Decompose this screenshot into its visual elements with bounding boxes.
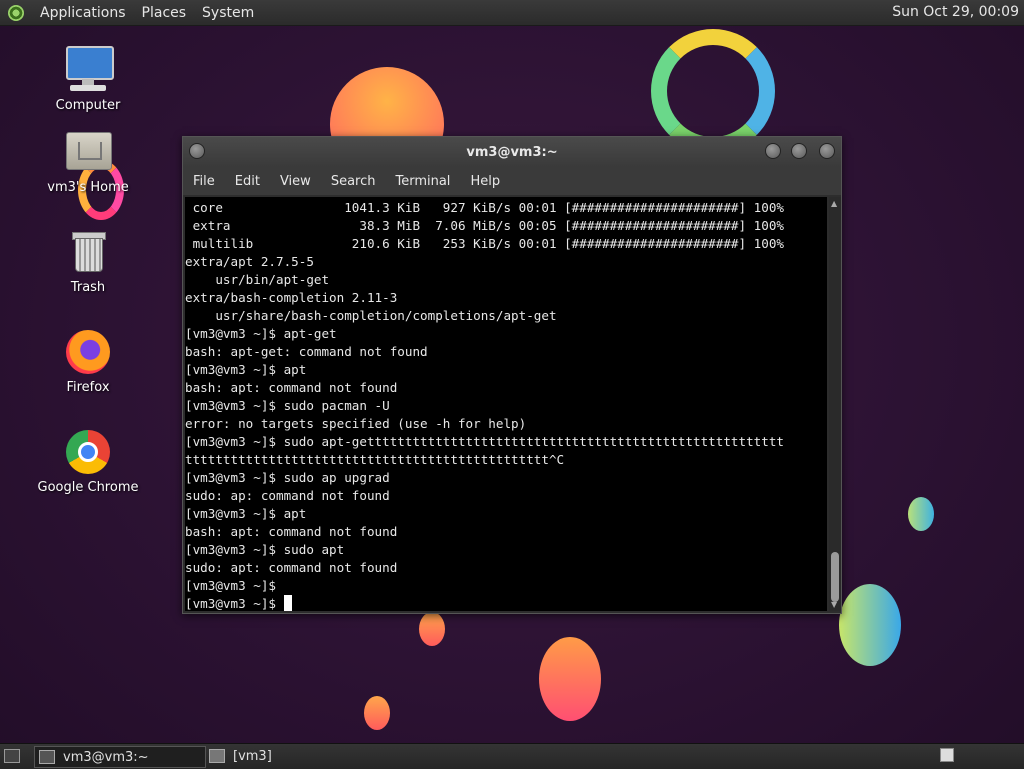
wallpaper-orange-sphere-tiny — [364, 696, 390, 730]
show-desktop-icon[interactable] — [4, 749, 20, 763]
bottom-panel: vm3@vm3:~ [vm3] — [0, 743, 1024, 769]
terminal-line: bash: apt: command not found — [185, 524, 398, 539]
menu-terminal[interactable]: Terminal — [385, 174, 460, 189]
terminal-line: tttttttttttttttttttttttttttttttttttttttt… — [185, 452, 565, 467]
terminal-lines: core 1041.3 KiB 927 KiB/s 00:01 [#######… — [185, 197, 827, 611]
desktop-icon-chrome[interactable]: Google Chrome — [33, 428, 143, 495]
scrollbar-thumb[interactable] — [831, 552, 839, 602]
terminal-scrollbar[interactable]: ▲ ▼ — [829, 197, 841, 611]
distro-logo-icon[interactable] — [8, 4, 24, 21]
clock[interactable]: Sun Oct 29, 00:09 — [892, 4, 1019, 20]
terminal-line: extra/bash-completion 2.11-3 — [185, 290, 398, 305]
terminal-line: extra 38.3 MiB 7.06 MiB/s 00:05 [#######… — [185, 218, 784, 233]
terminal-line: multilib 210.6 KiB 253 KiB/s 00:01 [####… — [185, 236, 784, 251]
window-title: vm3@vm3:~ — [466, 145, 558, 160]
wallpaper-orange-sphere-mid — [539, 637, 601, 721]
wallpaper-blue-sphere-small — [908, 497, 934, 531]
top-panel: Applications Places System Sun Oct 29, 0… — [0, 0, 1024, 26]
places-menu[interactable]: Places — [134, 5, 195, 21]
terminal-line: [vm3@vm3 ~]$ sudo apt-getttttttttttttttt… — [185, 434, 784, 449]
firefox-icon — [64, 328, 112, 376]
applications-menu[interactable]: Applications — [32, 5, 134, 21]
menu-help[interactable]: Help — [460, 174, 510, 189]
menu-search[interactable]: Search — [321, 174, 386, 189]
terminal-line: [vm3@vm3 ~]$ apt — [185, 506, 307, 521]
terminal-line: extra/apt 2.7.5-5 — [185, 254, 314, 269]
terminal-line: [vm3@vm3 ~]$ — [185, 578, 276, 593]
scroll-up-arrow-icon[interactable]: ▲ — [831, 199, 837, 208]
menu-file[interactable]: File — [183, 174, 225, 189]
terminal-line: bash: apt-get: command not found — [185, 344, 428, 359]
desktop-icon-label: Firefox — [66, 380, 110, 395]
desktop-icon-label: Trash — [70, 280, 106, 295]
menu-view[interactable]: View — [270, 174, 321, 189]
desktop-icon-label: Computer — [55, 98, 121, 113]
terminal-window[interactable]: vm3@vm3:~ File Edit View Search Terminal… — [182, 136, 842, 614]
terminal-line: [vm3@vm3 ~]$ sudo pacman -U — [185, 398, 390, 413]
wallpaper-orange-sphere-small — [419, 612, 445, 646]
close-button[interactable] — [819, 143, 835, 159]
terminal-titlebar[interactable]: vm3@vm3:~ — [183, 137, 841, 167]
text-cursor — [283, 595, 292, 611]
terminal-line: [vm3@vm3 ~]$ sudo apt — [185, 542, 345, 557]
terminal-line: sudo: ap: command not found — [185, 488, 390, 503]
desktop-icon-firefox[interactable]: Firefox — [33, 328, 143, 395]
terminal-line: core 1041.3 KiB 927 KiB/s 00:01 [#######… — [185, 200, 784, 215]
terminal-line: [vm3@vm3 ~]$ apt-get — [185, 326, 337, 341]
wallpaper-blue-sphere-large — [839, 584, 901, 666]
desktop-icon-trash[interactable]: Trash — [33, 228, 143, 295]
taskbar-item-label: [vm3] — [233, 748, 272, 764]
folder-icon — [209, 749, 225, 763]
taskbar-item-file-manager[interactable]: [vm3] — [205, 746, 359, 766]
desktop-icon-home[interactable]: vm3's Home — [33, 128, 143, 195]
scroll-down-arrow-icon[interactable]: ▼ — [831, 600, 837, 609]
desktop-icon-computer[interactable]: Computer — [33, 46, 143, 113]
terminal-line: usr/share/bash-completion/completions/ap… — [185, 308, 557, 323]
computer-icon — [64, 46, 114, 94]
maximize-button[interactable] — [791, 143, 807, 159]
terminal-line: usr/bin/apt-get — [185, 272, 330, 287]
desktop-icon-label: vm3's Home — [47, 180, 129, 195]
taskbar-item-terminal[interactable]: vm3@vm3:~ — [34, 746, 206, 768]
chrome-icon — [64, 428, 112, 476]
menu-edit[interactable]: Edit — [225, 174, 270, 189]
terminal-line: error: no targets specified (use -h for … — [185, 416, 527, 431]
terminal-menubar: File Edit View Search Terminal Help — [183, 167, 841, 195]
minimize-button[interactable] — [765, 143, 781, 159]
workspace-switcher[interactable] — [940, 748, 954, 762]
terminal-output[interactable]: core 1041.3 KiB 927 KiB/s 00:01 [#######… — [185, 197, 827, 611]
home-folder-icon — [64, 128, 112, 176]
taskbar-item-label: vm3@vm3:~ — [63, 749, 149, 765]
system-menu[interactable]: System — [194, 5, 262, 21]
trash-icon — [64, 228, 112, 276]
terminal-prompt-line[interactable]: [vm3@vm3 ~]$ — [185, 595, 827, 611]
terminal-line: [vm3@vm3 ~]$ apt — [185, 362, 307, 377]
terminal-icon — [39, 750, 55, 764]
desktop-icon-label: Google Chrome — [37, 480, 139, 495]
terminal-line: sudo: apt: command not found — [185, 560, 398, 575]
wallpaper-ring — [651, 29, 775, 153]
terminal-line: [vm3@vm3 ~]$ sudo ap upgrad — [185, 470, 390, 485]
terminal-prompt: [vm3@vm3 ~]$ — [185, 596, 284, 611]
terminal-line: bash: apt: command not found — [185, 380, 398, 395]
